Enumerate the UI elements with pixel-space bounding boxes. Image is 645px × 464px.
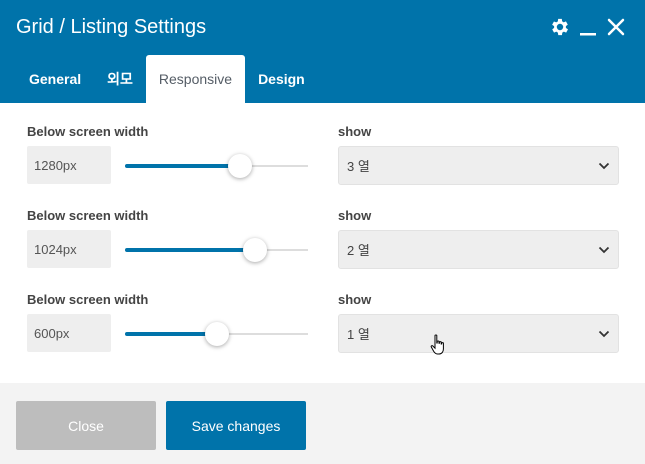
screen-width-input[interactable]: 1024px	[27, 230, 111, 268]
modal-header: Grid / Listing Settings General 외모 Respo…	[0, 0, 645, 103]
minimize-icon[interactable]	[577, 16, 599, 38]
columns-select[interactable]: 2 열	[338, 230, 619, 269]
screen-width-label: Below screen width	[27, 124, 149, 139]
save-changes-button[interactable]: Save changes	[166, 401, 306, 450]
tab-appearance[interactable]: 외모	[94, 55, 146, 103]
tab-general[interactable]: General	[16, 55, 94, 103]
columns-select-value: 1 열	[347, 327, 370, 342]
screen-width-slider[interactable]	[125, 322, 308, 346]
screen-width-input[interactable]: 600px	[27, 314, 111, 352]
slider-fill	[125, 332, 217, 336]
screen-width-label: Below screen width	[27, 208, 149, 223]
modal-title: Grid / Listing Settings	[16, 16, 207, 38]
tab-bar: General 외모 Responsive Design	[16, 55, 318, 103]
slider-thumb[interactable]	[243, 238, 267, 262]
hand-pointer-icon	[430, 334, 444, 355]
screen-width-input[interactable]: 1280px	[27, 146, 111, 184]
tab-design[interactable]: Design	[245, 55, 318, 103]
gear-icon[interactable]	[549, 16, 571, 38]
tab-responsive[interactable]: Responsive	[145, 55, 246, 103]
show-label: show	[338, 208, 372, 223]
chevron-down-icon	[598, 246, 610, 254]
columns-select[interactable]: 3 열	[338, 146, 619, 185]
slider-thumb[interactable]	[205, 322, 229, 346]
close-button[interactable]: Close	[16, 401, 156, 450]
slider-fill	[125, 248, 255, 252]
chevron-down-icon	[598, 162, 610, 170]
screen-width-slider[interactable]	[125, 154, 308, 178]
show-label: show	[338, 292, 372, 307]
close-icon[interactable]	[605, 16, 627, 38]
show-label: show	[338, 124, 372, 139]
screen-width-label: Below screen width	[27, 292, 149, 307]
chevron-down-icon	[598, 330, 610, 338]
slider-thumb[interactable]	[228, 154, 252, 178]
modal-footer: Close Save changes	[0, 383, 645, 464]
columns-select[interactable]: 1 열	[338, 314, 619, 353]
columns-select-value: 3 열	[347, 159, 370, 174]
screen-width-slider[interactable]	[125, 238, 308, 262]
slider-fill	[125, 164, 240, 168]
columns-select-value: 2 열	[347, 243, 370, 258]
